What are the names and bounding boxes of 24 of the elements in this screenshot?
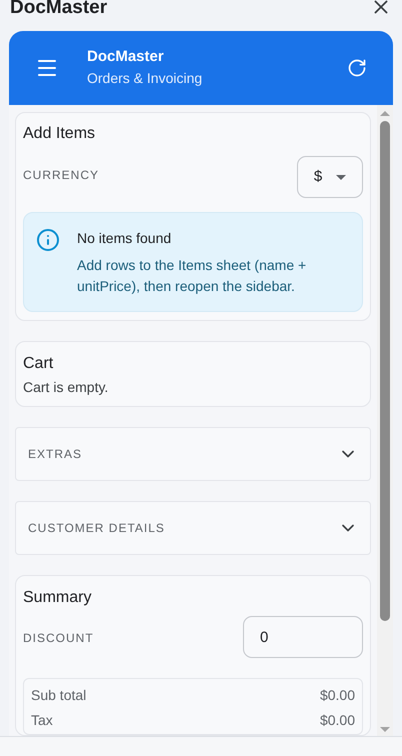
empty-text: Cart is empty. [23,378,110,397]
dropdown-triangle-icon [336,174,346,180]
discount-input[interactable]: 0 [243,616,363,658]
total-label: Sub total [31,686,86,705]
scroll-up-icon[interactable] [380,111,390,116]
app-subtitle: Orders & Invoicing [87,69,204,88]
notice-title: No items found [77,229,172,248]
info-icon [36,228,60,252]
card-title: Add Items [23,124,96,144]
scroll-thumb[interactable] [380,121,390,621]
total-value: $0.00 [320,686,355,705]
accordion-header[interactable]: CUSTOMER DETAILS [15,501,371,555]
currency-select[interactable]: $ [297,156,363,198]
card-title: Summary [23,588,92,608]
total-label: Tax [31,711,53,730]
field-label: CURRENCY [23,167,100,184]
scrollbar[interactable] [377,105,393,736]
card-title: Cart [23,354,54,374]
notice-text: Add rows to the Items sheet (name + unitPrice), then reopen the sidebar. [77,256,308,296]
field-label: DISCOUNT [23,630,94,647]
accordion-header[interactable]: EXTRAS [15,427,371,481]
total-value: $0.00 [320,711,355,730]
refresh-icon[interactable] [347,58,367,78]
app-title: DocMaster [87,47,165,67]
